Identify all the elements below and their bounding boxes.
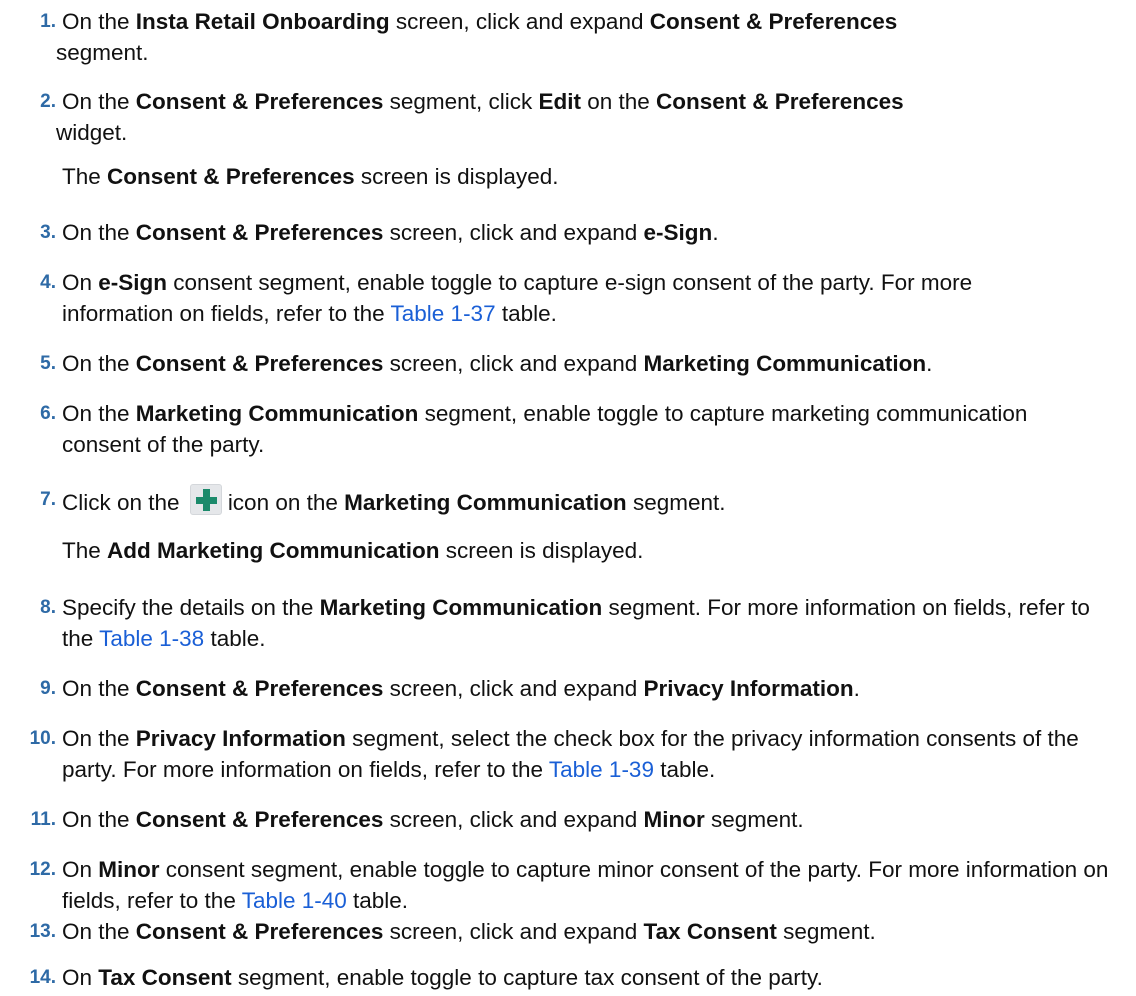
step-number: 4. xyxy=(40,272,56,293)
step-number: 13. xyxy=(29,921,56,942)
step-number: 2. xyxy=(40,91,56,112)
step-number: 6. xyxy=(40,403,56,424)
step-7-result: The Add Marketing Communication screen i… xyxy=(62,538,644,563)
step-text: On Minor consent segment, enable toggle … xyxy=(62,857,1109,913)
step-number: 3. xyxy=(40,222,56,243)
step-number: 7. xyxy=(40,489,56,510)
step-number: 14. xyxy=(29,967,56,988)
table-1-37-link[interactable]: Table 1-37 xyxy=(391,301,496,326)
step-number: 10. xyxy=(29,728,56,749)
step-text: On the Consent & Preferences screen, cli… xyxy=(62,220,719,245)
table-1-40-link[interactable]: Table 1-40 xyxy=(242,888,347,913)
step-text: On Tax Consent segment, enable toggle to… xyxy=(62,965,823,990)
step-text: On the Marketing Communication segment, … xyxy=(62,401,1028,457)
step-text: On the Consent & Preferences screen, cli… xyxy=(62,807,804,832)
step-text: On the Consent & Preferences screen, cli… xyxy=(62,919,876,944)
step-text: On the Insta Retail Onboarding screen, c… xyxy=(56,9,898,65)
step-number: 1. xyxy=(40,11,56,32)
step-text: On the Privacy Information segment, sele… xyxy=(62,726,1079,782)
step-number: 5. xyxy=(40,353,56,374)
step-text: Specify the details on the Marketing Com… xyxy=(62,595,1090,651)
step-text: On e-Sign consent segment, enable toggle… xyxy=(62,270,973,326)
table-1-39-link[interactable]: Table 1-39 xyxy=(549,757,654,782)
step-number: 12. xyxy=(29,859,56,880)
step-number: 8. xyxy=(40,597,56,618)
step-text: Click on the icon on the Marketing Commu… xyxy=(62,484,1122,518)
step-text: On the Consent & Preferences screen, cli… xyxy=(62,351,933,376)
step-number: 9. xyxy=(40,678,56,699)
table-1-38-link[interactable]: Table 1-38 xyxy=(99,626,204,651)
step-text: On the Consent & Preferences segment, cl… xyxy=(56,89,904,145)
procedure-steps: 1. On the Insta Retail Onboarding screen… xyxy=(0,0,1136,996)
plus-icon xyxy=(189,484,222,515)
step-number: 11. xyxy=(30,809,56,830)
step-2-result: The Consent & Preferences screen is disp… xyxy=(62,164,559,189)
step-text: On the Consent & Preferences screen, cli… xyxy=(62,676,860,701)
